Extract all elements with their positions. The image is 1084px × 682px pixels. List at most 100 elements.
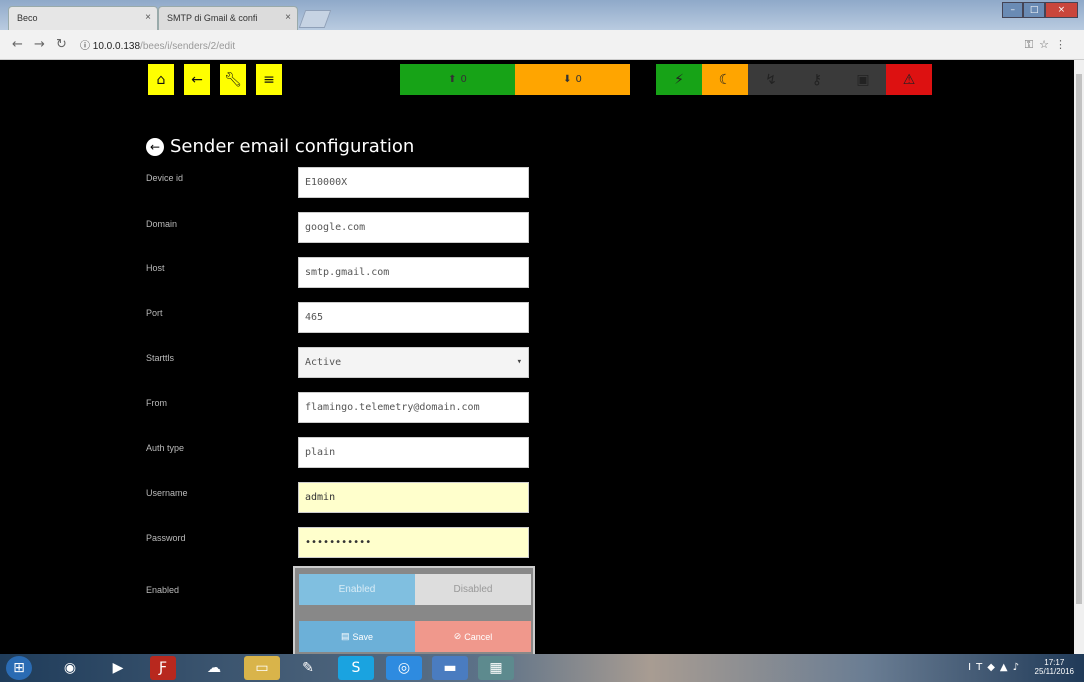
key-icon[interactable]: ⚿ <box>1025 38 1039 51</box>
reload-icon[interactable]: ↻ <box>56 37 67 52</box>
password-label: Password <box>146 533 186 543</box>
disabled-option[interactable]: Disabled <box>415 574 531 605</box>
from-input[interactable]: flamingo.telemetry@domain.com <box>298 392 529 423</box>
calculator-icon[interactable]: ▦ <box>478 656 514 680</box>
chrome-icon[interactable]: ◎ <box>386 656 422 680</box>
browser-tab-bar: Beco × SMTP di Gmail & confi × – □ × <box>0 0 1084 30</box>
back-button[interactable]: ← <box>184 64 210 95</box>
clock[interactable]: 17:17 25/11/2016 <box>1035 658 1074 676</box>
password-input[interactable]: ••••••••••• <box>298 527 529 558</box>
starttls-label: Starttls <box>146 353 175 363</box>
page-scrollbar[interactable] <box>1074 60 1084 654</box>
from-label: From <box>146 398 167 408</box>
home-icon: ⌂ <box>156 71 166 88</box>
device-id-label: Device id <box>146 173 184 183</box>
auth-type-label: Auth type <box>146 443 185 453</box>
address-bar: ← → ↻ ⓘ 10.0.0.138/bees/i/senders/2/edit… <box>0 30 1084 60</box>
network-icon[interactable]: ☁ <box>196 656 232 680</box>
host-label: Host <box>146 263 165 273</box>
wrench-icon: 🔧︎ <box>224 71 242 88</box>
domain-input[interactable]: google.com <box>298 212 529 243</box>
port-label: Port <box>146 308 163 318</box>
address-bar-icons: ⚿☆⋮ <box>1025 38 1072 52</box>
menu-button[interactable]: ≡ <box>256 64 282 95</box>
media-player-icon[interactable]: ▶ <box>100 656 136 680</box>
terminal-icon[interactable]: ▬ <box>432 656 468 680</box>
browser-tab-active[interactable]: SMTP di Gmail & confi × <box>158 6 298 30</box>
back-arrow-icon: ← <box>191 71 203 88</box>
chrome-taskbar-icon[interactable]: ◉ <box>52 656 88 680</box>
close-window-button[interactable]: × <box>1044 2 1078 18</box>
cancel-button[interactable]: ⊘ Cancel <box>415 621 531 652</box>
scrollbar-thumb[interactable] <box>1076 74 1082 604</box>
enabled-option[interactable]: Enabled <box>299 574 415 605</box>
tab-title: Beco <box>17 13 38 23</box>
save-button[interactable]: ▤ Save <box>299 621 415 652</box>
starttls-select[interactable]: Active <box>298 347 529 378</box>
save-icon: ▤ <box>340 631 350 641</box>
download-arrow-icon: ⬇ <box>563 74 572 85</box>
info-icon: ⓘ <box>80 41 93 52</box>
clock-date: 25/11/2016 <box>1034 667 1074 676</box>
browser-tab[interactable]: Beco × <box>8 6 158 30</box>
host-input[interactable]: smtp.gmail.com <box>298 257 529 288</box>
form-actions: ▤ Save ⊘ Cancel <box>299 621 531 652</box>
username-label: Username <box>146 488 188 498</box>
start-button[interactable]: ⊞ <box>6 656 32 680</box>
auth-type-input[interactable]: plain <box>298 437 529 468</box>
clock-time: 17:17 <box>1044 658 1065 667</box>
save-label: Save <box>352 631 374 642</box>
username-input[interactable]: admin <box>298 482 529 513</box>
forward-icon[interactable]: → <box>34 37 45 52</box>
download-count: 0 <box>575 74 582 85</box>
home-button[interactable]: ⌂ <box>148 64 174 95</box>
upload-status: ⬆ 0 <box>400 64 515 95</box>
app-toolbar: ⌂ ← 🔧︎ ≡ ⬆ 0 ⬇ 0 ⚡︎ ☾ ↯ ⚷ ▣ ⚠ <box>0 60 1084 100</box>
page-title: ← Sender email configuration <box>146 136 414 157</box>
settings-button[interactable]: 🔧︎ <box>220 64 246 95</box>
maximize-button[interactable]: □ <box>1023 2 1045 18</box>
enabled-toggle: Enabled Disabled <box>299 574 531 605</box>
cancel-icon: ⊘ <box>453 631 462 641</box>
device-id-input[interactable]: E10000X <box>298 167 529 198</box>
minimize-button[interactable]: – <box>1002 2 1024 18</box>
close-tab-icon[interactable]: × <box>285 12 291 23</box>
window-controls: – □ × <box>1002 2 1078 20</box>
menu-dots-icon[interactable]: ⋮ <box>1055 38 1072 51</box>
network-tray-icon[interactable]: ▲ <box>1000 662 1013 673</box>
upload-count: 0 <box>460 74 467 85</box>
star-icon[interactable]: ☆ <box>1039 38 1055 51</box>
moon-icon[interactable]: ☾ <box>702 64 748 95</box>
port-input[interactable]: 465 <box>298 302 529 333</box>
page-title-text: Sender email configuration <box>170 136 415 157</box>
new-tab-button[interactable] <box>298 10 332 28</box>
upload-arrow-icon: ⬆ <box>448 74 457 85</box>
plug-icon[interactable]: ⚡︎ <box>656 64 702 95</box>
folder-icon[interactable]: ▭ <box>244 656 280 680</box>
enabled-panel: Enabled Disabled ▤ Save ⊘ Cancel <box>293 566 535 656</box>
language-icon[interactable]: IT <box>968 662 987 673</box>
system-tray: IT◆▲♪ <box>968 662 1024 673</box>
back-icon[interactable]: ← <box>12 37 23 52</box>
skype-icon[interactable]: S <box>338 656 374 680</box>
url-field[interactable]: ⓘ 10.0.0.138/bees/i/senders/2/edit <box>80 37 235 52</box>
lock-icon[interactable]: ▣ <box>840 64 886 95</box>
bolt-icon[interactable]: ↯ <box>748 64 794 95</box>
warning-icon[interactable]: ⚠ <box>886 64 932 95</box>
usb-icon[interactable]: ✎ <box>290 656 326 680</box>
filezilla-icon[interactable]: Ƒ <box>150 656 176 680</box>
close-tab-icon[interactable]: × <box>145 12 151 23</box>
back-circle-icon[interactable]: ← <box>146 137 164 156</box>
enabled-label: Enabled <box>146 585 180 595</box>
domain-label: Domain <box>146 219 178 229</box>
antivirus-icon[interactable]: ◆ <box>987 662 1000 673</box>
cancel-label: Cancel <box>464 631 493 642</box>
volume-icon[interactable]: ♪ <box>1013 662 1024 673</box>
tab-title: SMTP di Gmail & confi <box>167 13 258 23</box>
download-status: ⬇ 0 <box>515 64 630 95</box>
menu-icon: ≡ <box>263 71 275 88</box>
url-path: /bees/i/senders/2/edit <box>140 41 236 52</box>
taskbar: ⊞ ◉ ▶ Ƒ ☁ ▭ ✎ S ◎ ▬ ▦ IT◆▲♪ 17:17 25/11/… <box>0 654 1084 682</box>
url-host: 10.0.0.138 <box>92 41 141 52</box>
key-icon[interactable]: ⚷ <box>794 64 840 95</box>
